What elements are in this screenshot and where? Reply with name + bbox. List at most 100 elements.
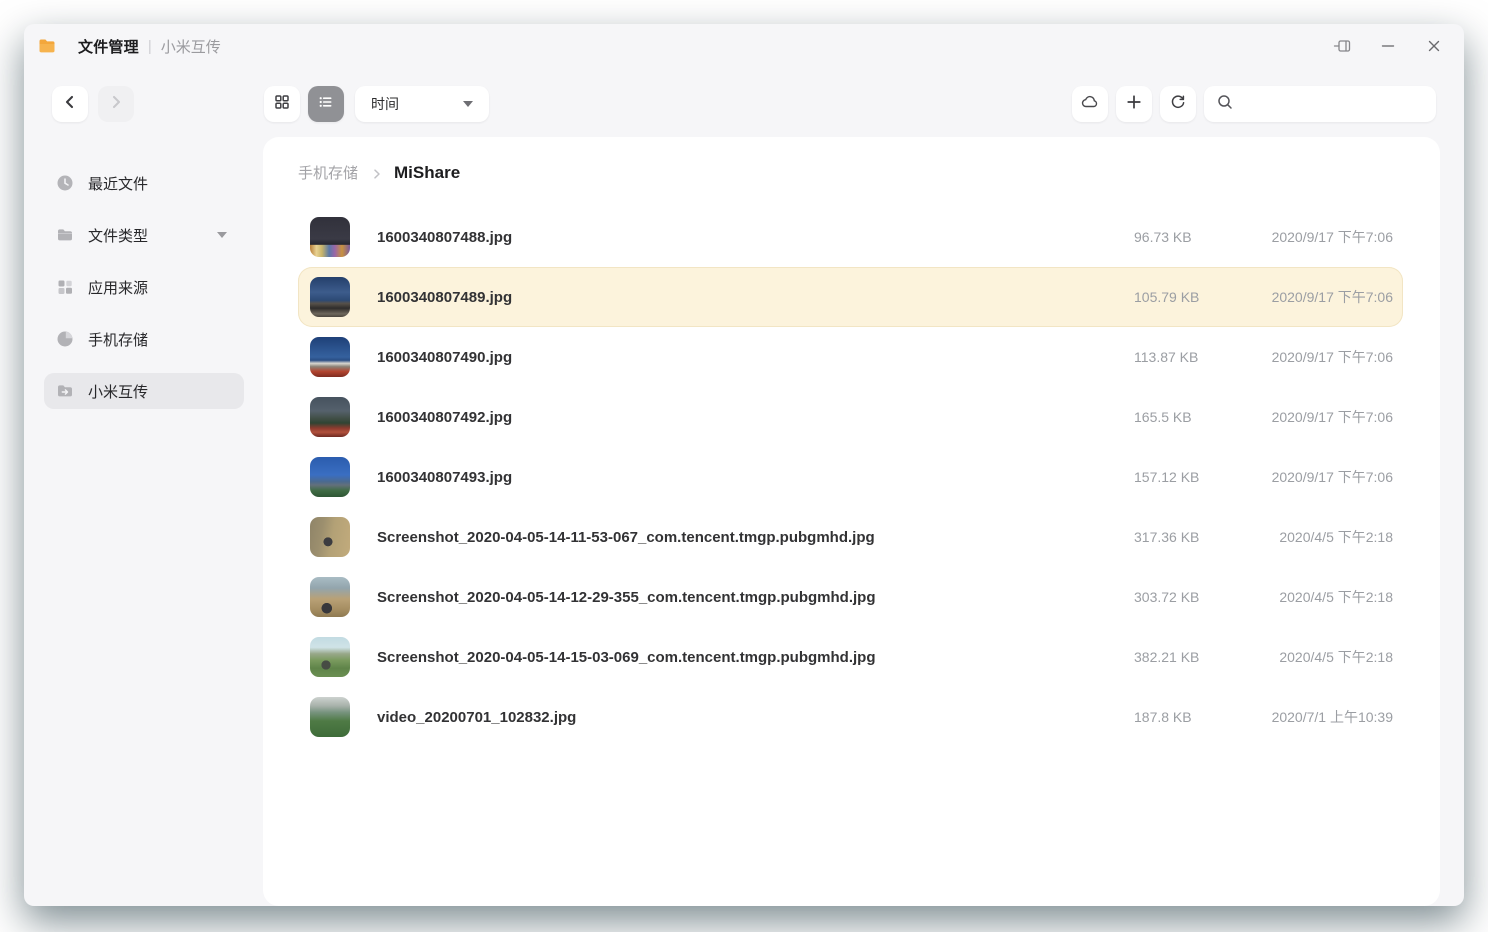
file-thumbnail — [310, 277, 350, 317]
phone-storage-icon — [56, 330, 74, 348]
file-thumbnail — [310, 217, 350, 257]
sidebar-item-recent[interactable]: 最近文件 — [44, 165, 244, 201]
file-thumbnail — [310, 337, 350, 377]
minimize-icon[interactable] — [1378, 36, 1398, 56]
toolbar: 时间 — [24, 86, 1464, 122]
app-title: 文件管理 — [78, 36, 139, 57]
chevron-right-icon — [370, 167, 384, 181]
sidebar-item-label: 小米互传 — [88, 381, 148, 402]
sidebar-item-phone-storage[interactable]: 手机存储 — [44, 321, 244, 357]
file-name: 1600340807489.jpg — [377, 289, 1134, 306]
search-input[interactable] — [1242, 95, 1427, 113]
file-thumbnail — [310, 577, 350, 617]
sidebar-nav: 最近文件 文件类型 应用来源 手机存储 小米互传 — [44, 165, 244, 409]
file-row[interactable]: Screenshot_2020-04-05-14-12-29-355_com.t… — [298, 567, 1403, 627]
file-date: 2020/9/17 下午7:06 — [1254, 347, 1393, 367]
breadcrumb-parent[interactable]: 手机存储 — [298, 162, 358, 183]
refresh-button[interactable] — [1160, 86, 1196, 122]
file-row[interactable]: 1600340807488.jpg 96.73 KB 2020/9/17 下午7… — [298, 207, 1403, 267]
add-button[interactable] — [1116, 86, 1152, 122]
file-thumbnail — [310, 397, 350, 437]
cloud-button[interactable] — [1072, 86, 1108, 122]
sidebar-item-label: 手机存储 — [88, 329, 148, 350]
sort-dropdown[interactable]: 时间 — [355, 86, 489, 122]
file-size: 382.21 KB — [1134, 649, 1254, 665]
pin-icon[interactable] — [1332, 36, 1352, 56]
sidebar-item-label: 文件类型 — [88, 225, 148, 246]
file-row[interactable]: 1600340807490.jpg 113.87 KB 2020/9/17 下午… — [298, 327, 1403, 387]
chevron-left-icon — [61, 93, 79, 116]
file-date: 2020/9/17 下午7:06 — [1254, 287, 1393, 307]
file-thumbnail — [310, 517, 350, 557]
file-size: 113.87 KB — [1134, 349, 1254, 365]
list-view-button[interactable] — [308, 86, 344, 122]
app-source-icon — [56, 278, 74, 296]
file-name: 1600340807488.jpg — [377, 229, 1134, 246]
file-size: 317.36 KB — [1134, 529, 1254, 545]
sidebar-item-file-types[interactable]: 文件类型 — [44, 217, 244, 253]
file-name: Screenshot_2020-04-05-14-12-29-355_com.t… — [377, 589, 1134, 606]
grid-view-button[interactable] — [264, 86, 300, 122]
plus-icon — [1125, 93, 1143, 116]
file-thumbnail — [310, 637, 350, 677]
chevron-down-icon — [463, 101, 473, 107]
file-size: 187.8 KB — [1134, 709, 1254, 725]
breadcrumb-current: MiShare — [394, 163, 460, 183]
app-subtitle: 小米互传 — [161, 36, 221, 57]
list-view-icon — [317, 93, 335, 116]
close-icon[interactable] — [1424, 36, 1444, 56]
title-bar: 文件管理 | 小米互传 — [24, 24, 1464, 68]
file-size: 303.72 KB — [1134, 589, 1254, 605]
file-name: Screenshot_2020-04-05-14-15-03-069_com.t… — [377, 649, 1134, 666]
content-panel: 手机存储 MiShare 1600340807488.jpg 96.73 KB … — [263, 137, 1440, 906]
forward-button[interactable] — [98, 86, 134, 122]
file-row[interactable]: video_20200701_102832.jpg 187.8 KB 2020/… — [298, 687, 1403, 747]
file-thumbnail — [310, 697, 350, 737]
grid-view-icon — [273, 93, 291, 116]
chevron-right-icon — [107, 93, 125, 116]
sidebar-item-label: 应用来源 — [88, 277, 148, 298]
sidebar-item-app-source[interactable]: 应用来源 — [44, 269, 244, 305]
window-controls — [1332, 36, 1444, 56]
file-row[interactable]: 1600340807492.jpg 165.5 KB 2020/9/17 下午7… — [298, 387, 1403, 447]
file-name: Screenshot_2020-04-05-14-11-53-067_com.t… — [377, 529, 1134, 546]
title-separator: | — [148, 38, 152, 55]
file-name: 1600340807492.jpg — [377, 409, 1134, 426]
file-date: 2020/9/17 下午7:06 — [1254, 467, 1393, 487]
file-type-icon — [56, 226, 74, 244]
file-row[interactable]: Screenshot_2020-04-05-14-15-03-069_com.t… — [298, 627, 1403, 687]
search-box[interactable] — [1204, 86, 1436, 122]
file-thumbnail — [310, 457, 350, 497]
file-name: 1600340807490.jpg — [377, 349, 1134, 366]
file-manager-window: 文件管理 | 小米互传 时间 最近文件 — [24, 24, 1464, 906]
file-row[interactable]: 1600340807493.jpg 157.12 KB 2020/9/17 下午… — [298, 447, 1403, 507]
mishare-icon — [56, 382, 74, 400]
file-size: 165.5 KB — [1134, 409, 1254, 425]
sort-dropdown-label: 时间 — [371, 94, 399, 114]
file-date: 2020/7/1 上午10:39 — [1254, 707, 1393, 727]
file-list: 1600340807488.jpg 96.73 KB 2020/9/17 下午7… — [298, 207, 1403, 747]
sidebar-item-mishare[interactable]: 小米互传 — [44, 373, 244, 409]
refresh-icon — [1169, 93, 1187, 116]
file-size: 157.12 KB — [1134, 469, 1254, 485]
folder-app-icon — [38, 38, 56, 54]
search-icon — [1216, 93, 1234, 116]
file-name: 1600340807493.jpg — [377, 469, 1134, 486]
file-date: 2020/9/17 下午7:06 — [1254, 407, 1393, 427]
file-size: 96.73 KB — [1134, 229, 1254, 245]
file-date: 2020/9/17 下午7:06 — [1254, 227, 1393, 247]
back-button[interactable] — [52, 86, 88, 122]
file-row[interactable]: 1600340807489.jpg 105.79 KB 2020/9/17 下午… — [298, 267, 1403, 327]
chevron-down-icon — [217, 232, 227, 238]
file-date: 2020/4/5 下午2:18 — [1254, 527, 1393, 547]
breadcrumb: 手机存储 MiShare — [263, 137, 1440, 183]
file-date: 2020/4/5 下午2:18 — [1254, 647, 1393, 667]
file-name: video_20200701_102832.jpg — [377, 709, 1134, 726]
file-size: 105.79 KB — [1134, 289, 1254, 305]
file-date: 2020/4/5 下午2:18 — [1254, 587, 1393, 607]
toolbar-right — [1072, 86, 1436, 122]
cloud-icon — [1080, 92, 1100, 117]
file-row[interactable]: Screenshot_2020-04-05-14-11-53-067_com.t… — [298, 507, 1403, 567]
sidebar-item-label: 最近文件 — [88, 173, 148, 194]
clock-icon — [56, 174, 74, 192]
